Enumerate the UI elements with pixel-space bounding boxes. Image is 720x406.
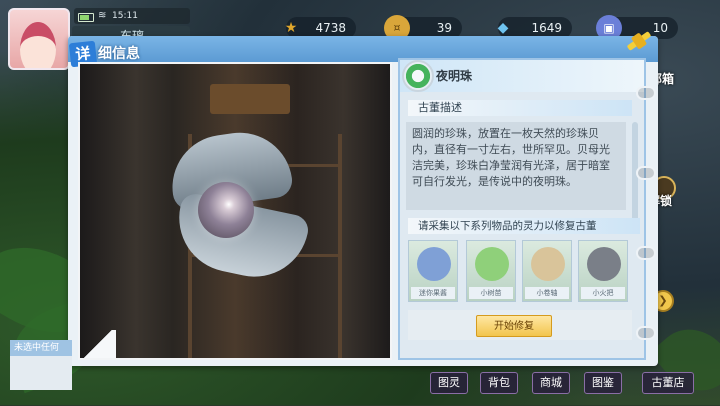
device-status-bar: ≋ 15:11 <box>74 8 190 24</box>
nav-shop[interactable]: 商城 <box>532 372 570 394</box>
binder-ring <box>636 86 656 100</box>
jam-icon <box>417 247 451 281</box>
item-viewer <box>78 62 392 360</box>
pearl-item-image[interactable] <box>198 182 254 238</box>
binder-ring <box>636 326 656 340</box>
item-description: 圆润的珍珠，放置在一枚天然的珍珠贝内，直径有一寸左右，世所罕见。贝母光洁完美，珍… <box>406 122 626 210</box>
material-slot[interactable]: 小树苗 <box>466 240 516 302</box>
unselected-label: 未选中任何 <box>10 340 72 356</box>
collect-heading: 请采集以下系列物品的灵力以修复古董 <box>408 218 640 234</box>
material-slot[interactable]: 小火把 <box>578 240 628 302</box>
nav-antique-shop[interactable]: 古董店 <box>642 372 694 394</box>
start-repair-button[interactable]: 开始修复 <box>476 315 552 337</box>
page-curl <box>80 330 116 358</box>
pearl-icon <box>402 60 434 92</box>
item-name: 夜明珠 <box>436 69 473 83</box>
unselected-panel <box>10 356 72 390</box>
material-slots: 迷你果酱 小树苗 小卷轴 小火把 <box>408 240 640 306</box>
sapling-icon <box>475 247 509 281</box>
repair-area: 开始修复 <box>408 310 632 340</box>
ceiling-lamp <box>210 84 290 114</box>
scroll-icon <box>531 247 565 281</box>
clock: 15:11 <box>112 11 138 21</box>
nav-backpack[interactable]: 背包 <box>480 372 518 394</box>
nav-collection[interactable]: 图鉴 <box>584 372 622 394</box>
torch-icon <box>587 247 621 281</box>
item-detail-column: 夜明珠 古董描述 圆润的珍珠，放置在一枚天然的珍珠贝内，直径有一寸左右，世所罕见… <box>398 58 646 360</box>
close-pin-icon[interactable] <box>626 30 652 52</box>
shelf-post <box>338 134 342 358</box>
material-slot[interactable]: 小卷轴 <box>522 240 572 302</box>
wifi-icon: ≋ <box>98 10 107 21</box>
description-heading: 古董描述 <box>408 100 632 116</box>
panel-title: 细信息 <box>98 46 140 62</box>
material-slot[interactable]: 迷你果酱 <box>408 240 458 302</box>
binder-ring <box>636 246 656 260</box>
nav-turing[interactable]: 图灵 <box>430 372 468 394</box>
binder-ring <box>636 166 656 180</box>
item-title-bar: 夜明珠 <box>400 60 644 92</box>
battery-icon <box>78 13 94 22</box>
player-avatar[interactable] <box>8 8 70 70</box>
